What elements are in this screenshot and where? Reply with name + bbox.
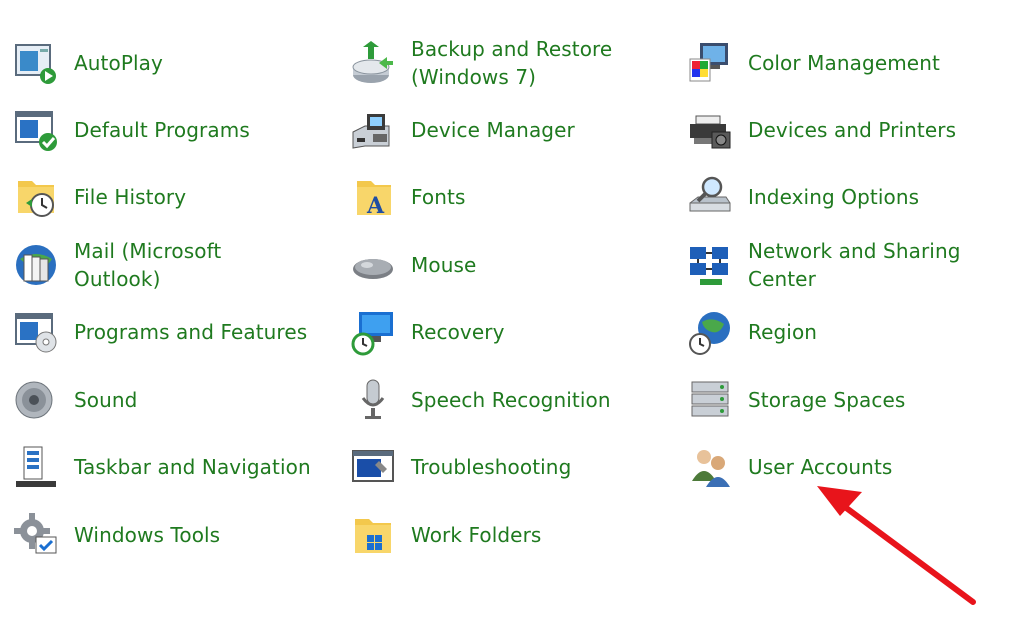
control-panel-item-programs-features[interactable]: Programs and Features — [2, 302, 312, 362]
user-accounts-icon — [686, 443, 734, 491]
recovery-icon — [349, 308, 397, 356]
item-label: Speech Recognition — [411, 388, 611, 412]
control-panel-item-taskbar-navigation[interactable]: Taskbar and Navigation — [2, 437, 312, 497]
control-panel-item-troubleshooting[interactable]: Troubleshooting — [339, 437, 659, 497]
file-history-icon — [12, 173, 60, 221]
item-label: Work Folders — [411, 523, 542, 547]
control-panel-item-storage-spaces[interactable]: Storage Spaces — [676, 370, 996, 430]
control-panel-item-region[interactable]: Region — [676, 302, 996, 362]
control-panel-item-file-history[interactable]: File History — [2, 167, 312, 227]
item-label: Programs and Features — [74, 320, 308, 344]
control-panel-item-devices-printers[interactable]: Devices and Printers — [676, 100, 996, 160]
control-panel-item-default-programs[interactable]: Default Programs — [2, 100, 312, 160]
speaker-icon — [12, 376, 60, 424]
control-panel-item-backup-restore[interactable]: Backup and Restore (Windows 7) — [339, 33, 659, 93]
control-panel-item-recovery[interactable]: Recovery — [339, 302, 659, 362]
control-panel-grid: AutoPlay Backup and Restore (Windows 7) … — [0, 0, 1013, 629]
fonts-icon: A — [349, 173, 397, 221]
control-panel-item-mouse[interactable]: Mouse — [339, 235, 659, 295]
network-icon — [686, 241, 734, 289]
item-label: Storage Spaces — [748, 388, 906, 412]
item-label: Device Manager — [411, 118, 575, 142]
item-label: Mouse — [411, 253, 477, 277]
microphone-icon — [349, 376, 397, 424]
printer-icon — [686, 106, 734, 154]
control-panel-item-indexing-options[interactable]: Indexing Options — [676, 167, 996, 227]
device-manager-icon — [349, 106, 397, 154]
taskbar-icon — [12, 443, 60, 491]
item-label: Default Programs — [74, 118, 250, 142]
region-globe-icon — [686, 308, 734, 356]
item-label: File History — [74, 185, 187, 209]
item-label: AutoPlay — [74, 51, 163, 75]
control-panel-item-autoplay[interactable]: AutoPlay — [2, 33, 312, 93]
control-panel-item-network-sharing[interactable]: Network and Sharing Center — [676, 235, 996, 295]
item-label: Network and Sharing Center — [748, 239, 961, 291]
backup-restore-icon — [349, 39, 397, 87]
work-folders-icon — [349, 511, 397, 559]
storage-spaces-icon — [686, 376, 734, 424]
item-label: Devices and Printers — [748, 118, 957, 142]
mail-icon — [12, 241, 60, 289]
item-label: Troubleshooting — [411, 455, 572, 479]
item-label: Mail (Microsoft Outlook) — [74, 239, 222, 291]
item-label: Region — [748, 320, 818, 344]
control-panel-item-speech-recognition[interactable]: Speech Recognition — [339, 370, 659, 430]
control-panel-item-user-accounts[interactable]: User Accounts — [676, 437, 996, 497]
item-label: Indexing Options — [748, 185, 920, 209]
troubleshooting-icon — [349, 443, 397, 491]
control-panel-item-sound[interactable]: Sound — [2, 370, 312, 430]
item-label: Fonts — [411, 185, 466, 209]
item-label: Recovery — [411, 320, 505, 344]
control-panel-item-windows-tools[interactable]: Windows Tools — [2, 505, 312, 565]
default-programs-icon — [12, 106, 60, 154]
item-label: Windows Tools — [74, 523, 221, 547]
item-label: Backup and Restore (Windows 7) — [411, 37, 613, 89]
item-label: Color Management — [748, 51, 940, 75]
control-panel-item-color-management[interactable]: Color Management — [676, 33, 996, 93]
color-management-icon — [686, 39, 734, 87]
windows-tools-icon — [12, 511, 60, 559]
item-label: Taskbar and Navigation — [74, 455, 311, 479]
control-panel-item-mail[interactable]: Mail (Microsoft Outlook) — [2, 235, 312, 295]
item-label: Sound — [74, 388, 138, 412]
item-label: User Accounts — [748, 455, 893, 479]
control-panel-item-fonts[interactable]: A Fonts — [339, 167, 659, 227]
indexing-options-icon — [686, 173, 734, 221]
svg-text:A: A — [366, 193, 385, 219]
mouse-icon — [349, 241, 397, 289]
programs-features-icon — [12, 308, 60, 356]
control-panel-item-device-manager[interactable]: Device Manager — [339, 100, 659, 160]
control-panel-item-work-folders[interactable]: Work Folders — [339, 505, 659, 565]
autoplay-icon — [12, 39, 60, 87]
